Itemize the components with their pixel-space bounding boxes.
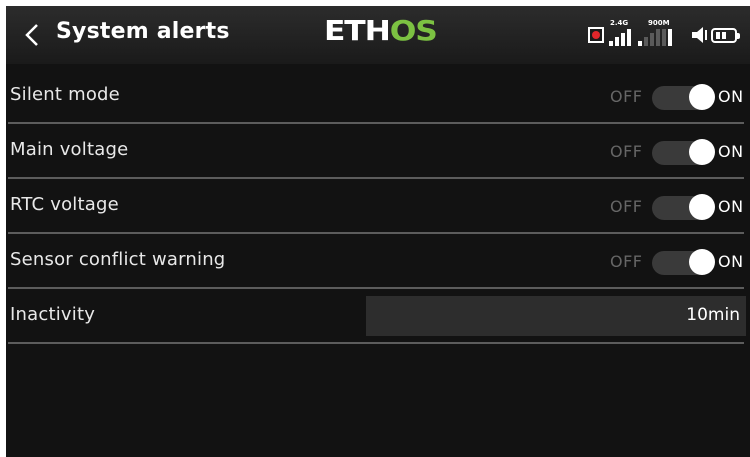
toggle-knob bbox=[689, 194, 715, 220]
toggle-on-label: ON bbox=[718, 87, 744, 106]
toggle-knob bbox=[689, 84, 715, 110]
setting-row-rtc-voltage: RTC voltage OFF ON bbox=[6, 180, 750, 234]
divider bbox=[8, 177, 744, 179]
inactivity-value: 10min bbox=[686, 305, 740, 325]
inactivity-field[interactable]: 10min bbox=[366, 296, 746, 336]
logo-eth: ETH bbox=[324, 14, 391, 47]
speaker-icon bbox=[692, 27, 708, 47]
signal-2g4-icon bbox=[609, 28, 631, 46]
toggle-on-label: ON bbox=[718, 197, 744, 216]
freq-label-900m: 900M bbox=[648, 19, 670, 27]
freq-label-2g4: 2.4G bbox=[610, 19, 629, 27]
signal-900m-icon bbox=[638, 28, 672, 46]
back-icon bbox=[25, 24, 38, 46]
rtc-voltage-toggle[interactable]: OFF ON bbox=[610, 193, 746, 221]
screen: System alerts ETHOS 2.4G 900M Silent mod… bbox=[6, 6, 750, 457]
toggle-on-label: ON bbox=[718, 252, 744, 271]
setting-row-inactivity: Inactivity 10min bbox=[6, 290, 750, 344]
record-icon bbox=[588, 27, 604, 43]
toggle-knob bbox=[689, 139, 715, 165]
divider bbox=[8, 122, 744, 124]
battery-icon bbox=[711, 28, 740, 43]
toggle-off-label: OFF bbox=[610, 197, 643, 216]
ethos-logo: ETHOS bbox=[324, 14, 438, 47]
header-bar: System alerts ETHOS 2.4G 900M bbox=[6, 6, 750, 64]
page-title: System alerts bbox=[56, 19, 230, 44]
divider bbox=[8, 342, 744, 344]
divider bbox=[8, 232, 744, 234]
main-voltage-toggle[interactable]: OFF ON bbox=[610, 138, 746, 166]
setting-row-sensor-conflict: Sensor conflict warning OFF ON bbox=[6, 235, 750, 289]
logo-os: OS bbox=[389, 14, 438, 47]
toggle-on-label: ON bbox=[718, 142, 744, 161]
toggle-off-label: OFF bbox=[610, 252, 643, 271]
row-label: RTC voltage bbox=[10, 194, 119, 215]
setting-row-silent-mode: Silent mode OFF ON bbox=[6, 70, 750, 124]
toggle-off-label: OFF bbox=[610, 142, 643, 161]
setting-row-main-voltage: Main voltage OFF ON bbox=[6, 125, 750, 179]
row-label: Silent mode bbox=[10, 84, 120, 105]
row-label: Inactivity bbox=[10, 304, 96, 325]
toggle-off-label: OFF bbox=[610, 87, 643, 106]
sensor-conflict-toggle[interactable]: OFF ON bbox=[610, 248, 746, 276]
row-label: Sensor conflict warning bbox=[10, 249, 226, 270]
toggle-knob bbox=[689, 249, 715, 275]
row-label: Main voltage bbox=[10, 139, 129, 160]
silent-mode-toggle[interactable]: OFF ON bbox=[610, 83, 746, 111]
back-button[interactable] bbox=[16, 18, 50, 52]
divider bbox=[8, 287, 744, 289]
